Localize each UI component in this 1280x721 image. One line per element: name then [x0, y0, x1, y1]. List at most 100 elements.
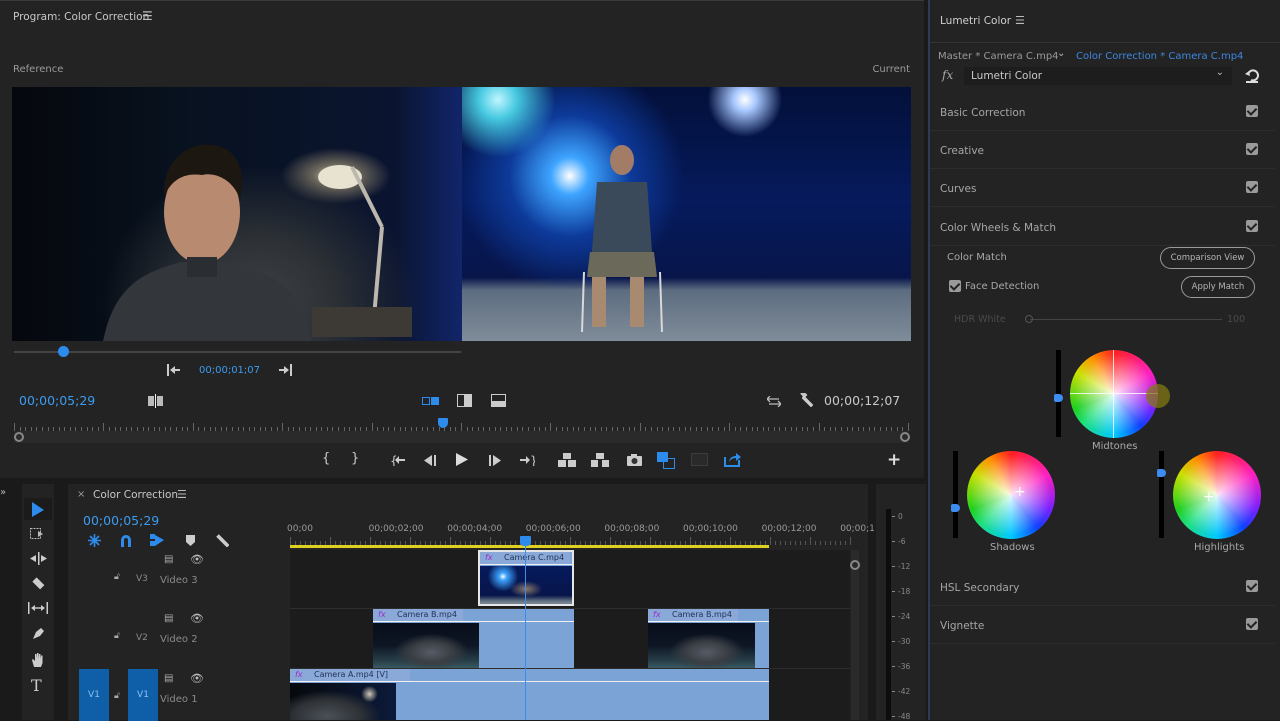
- timeline-tab-title[interactable]: Color Correction: [93, 489, 178, 501]
- safe-margins-icon[interactable]: [690, 452, 708, 467]
- panel-menu-icon[interactable]: ☰: [142, 9, 153, 23]
- comparison-view-toggle-icon[interactable]: [656, 451, 676, 469]
- ripple-edit-tool-icon[interactable]: [28, 550, 48, 566]
- reference-timecode[interactable]: 00;00;01;07: [199, 365, 260, 376]
- lumetri-section-basic-correction[interactable]: Basic Correction: [930, 93, 1275, 131]
- nest-sequences-icon[interactable]: [86, 533, 102, 547]
- hdr-white-slider[interactable]: [1030, 319, 1222, 320]
- timeline-settings-wrench-icon[interactable]: [214, 533, 230, 547]
- wrench-settings-icon[interactable]: [798, 392, 814, 408]
- midtones-luma-handle[interactable]: [1054, 393, 1063, 402]
- effect-select-dropdown[interactable]: Lumetri Color ⌄: [964, 67, 1232, 85]
- lumetri-section-creative[interactable]: Creative: [930, 131, 1275, 169]
- track-select-forward-tool-icon[interactable]: [28, 526, 48, 542]
- track-target-v2[interactable]: V2: [136, 633, 148, 643]
- side-by-side-view-icon[interactable]: [421, 395, 439, 407]
- shadows-luma-handle[interactable]: [951, 503, 960, 512]
- program-time-ruler[interactable]: [14, 419, 909, 431]
- comparison-view-button[interactable]: Comparison View: [1160, 247, 1255, 269]
- zoom-bar-right-handle[interactable]: [900, 432, 910, 442]
- go-to-previous-edit-icon[interactable]: [166, 363, 182, 377]
- sequence-clip-tab[interactable]: Color Correction * Camera C.mp4: [1076, 51, 1243, 62]
- type-tool-icon[interactable]: T: [31, 676, 42, 695]
- section-enable-checkbox[interactable]: [1246, 105, 1258, 117]
- apply-match-button[interactable]: Apply Match: [1181, 276, 1255, 298]
- reset-effect-icon[interactable]: [1244, 68, 1260, 84]
- program-monitor-title[interactable]: Program: Color Correction: [13, 11, 149, 23]
- toggle-sync-lock-icon[interactable]: ▤: [164, 554, 173, 565]
- work-area-bar[interactable]: [290, 545, 769, 548]
- playhead-timecode[interactable]: 00;00;05;29: [19, 393, 95, 408]
- zoom-bar-left-handle[interactable]: [14, 432, 24, 442]
- go-to-next-edit-icon[interactable]: [277, 363, 293, 377]
- step-forward-icon[interactable]: [488, 453, 502, 467]
- play-icon[interactable]: [455, 452, 469, 467]
- shadows-color-wheel[interactable]: +: [967, 451, 1055, 539]
- go-to-in-icon[interactable]: {: [389, 453, 405, 467]
- timeline-playhead[interactable]: [519, 536, 531, 546]
- timeline-vertical-scrollbar[interactable]: [851, 550, 859, 720]
- source-patch-v1[interactable]: V1: [79, 669, 109, 721]
- timeline-clip[interactable]: Camera C.mp4 fx: [478, 550, 574, 606]
- horizontal-split-icon[interactable]: [490, 393, 506, 408]
- go-to-out-icon[interactable]: }: [519, 453, 535, 467]
- snap-magnet-icon[interactable]: [118, 533, 134, 547]
- export-share-icon[interactable]: [723, 451, 741, 468]
- chevron-down-icon[interactable]: ⌄: [1057, 48, 1065, 59]
- master-clip-tab[interactable]: Master * Camera C.mp4: [938, 51, 1059, 62]
- timeline-timecode[interactable]: 00;00;05;29: [83, 513, 159, 528]
- add-button-plus-icon[interactable]: +: [887, 450, 901, 470]
- lumetri-section-curves[interactable]: Curves: [930, 169, 1275, 207]
- zoom-scroll-bar[interactable]: [14, 431, 908, 443]
- toggle-track-output-eye-icon[interactable]: 👁︎: [190, 672, 204, 685]
- razor-tool-icon[interactable]: [28, 575, 48, 591]
- timeline-ruler[interactable]: 00;00 00;00;02;00 00;00;04;00 00;00;06;00 00…: [287, 519, 875, 547]
- mark-in-icon[interactable]: {: [322, 451, 330, 466]
- hand-tool-icon[interactable]: [28, 651, 48, 668]
- side-by-side-split-icon[interactable]: [147, 393, 163, 409]
- toggle-sync-lock-icon[interactable]: ▤: [164, 613, 173, 624]
- lumetri-title[interactable]: Lumetri Color: [940, 15, 1011, 27]
- timeline-clip[interactable]: Camera A.mp4 [V] fx: [290, 669, 769, 720]
- face-detection-checkbox[interactable]: [949, 280, 961, 292]
- highlights-luma-handle[interactable]: [1157, 468, 1166, 477]
- section-enable-checkbox[interactable]: [1246, 220, 1258, 232]
- section-enable-checkbox[interactable]: [1246, 143, 1258, 155]
- reference-scrubber-track[interactable]: [14, 351, 461, 353]
- toggle-track-output-eye-icon[interactable]: 👁︎: [190, 612, 204, 625]
- toggle-track-output-eye-icon[interactable]: 👁︎: [190, 553, 204, 566]
- lumetri-section-color-wheels-match[interactable]: Color Wheels & Match: [930, 208, 1275, 246]
- add-marker-icon[interactable]: [183, 533, 197, 547]
- shadows-luma-slider[interactable]: [951, 451, 960, 538]
- step-back-icon[interactable]: [423, 453, 437, 467]
- panel-menu-icon[interactable]: ☰: [1015, 14, 1025, 27]
- pen-tool-icon[interactable]: [28, 626, 48, 642]
- lock-track-icon[interactable]: 🔓︎: [114, 691, 120, 701]
- highlights-luma-slider[interactable]: [1157, 451, 1166, 538]
- hdr-white-slider-handle[interactable]: [1025, 315, 1033, 323]
- close-tab-icon[interactable]: ×: [77, 489, 85, 500]
- swap-sides-icon[interactable]: [766, 394, 782, 408]
- lock-track-icon[interactable]: 🔓︎: [114, 631, 120, 641]
- mark-out-icon[interactable]: }: [351, 451, 359, 466]
- track-target-v3[interactable]: V3: [136, 574, 148, 584]
- reference-scrubber-handle[interactable]: [58, 346, 70, 357]
- lock-track-icon[interactable]: 🔓︎: [114, 572, 120, 582]
- expand-panels-icon[interactable]: »: [0, 487, 6, 498]
- linked-selection-icon[interactable]: [149, 533, 165, 547]
- timeline-clip[interactable]: Camera B.mp4 fx: [648, 609, 769, 668]
- slip-tool-icon[interactable]: [26, 600, 50, 616]
- lumetri-section-vignette[interactable]: Vignette: [930, 606, 1275, 644]
- midtones-luma-slider[interactable]: [1054, 350, 1063, 437]
- toggle-sync-lock-icon[interactable]: ▤: [164, 673, 173, 684]
- track-target-v1[interactable]: V1: [128, 669, 158, 721]
- lumetri-section-hsl-secondary[interactable]: HSL Secondary: [930, 568, 1275, 606]
- section-enable-checkbox[interactable]: [1246, 181, 1258, 193]
- section-enable-checkbox[interactable]: [1246, 618, 1258, 630]
- extract-icon[interactable]: [591, 452, 609, 467]
- section-enable-checkbox[interactable]: [1246, 580, 1258, 592]
- lift-icon[interactable]: [558, 452, 576, 467]
- midtones-color-wheel[interactable]: [1070, 350, 1158, 438]
- scrollbar-handle[interactable]: [850, 560, 860, 570]
- timeline-clip[interactable]: Camera B.mp4 fx: [373, 609, 574, 668]
